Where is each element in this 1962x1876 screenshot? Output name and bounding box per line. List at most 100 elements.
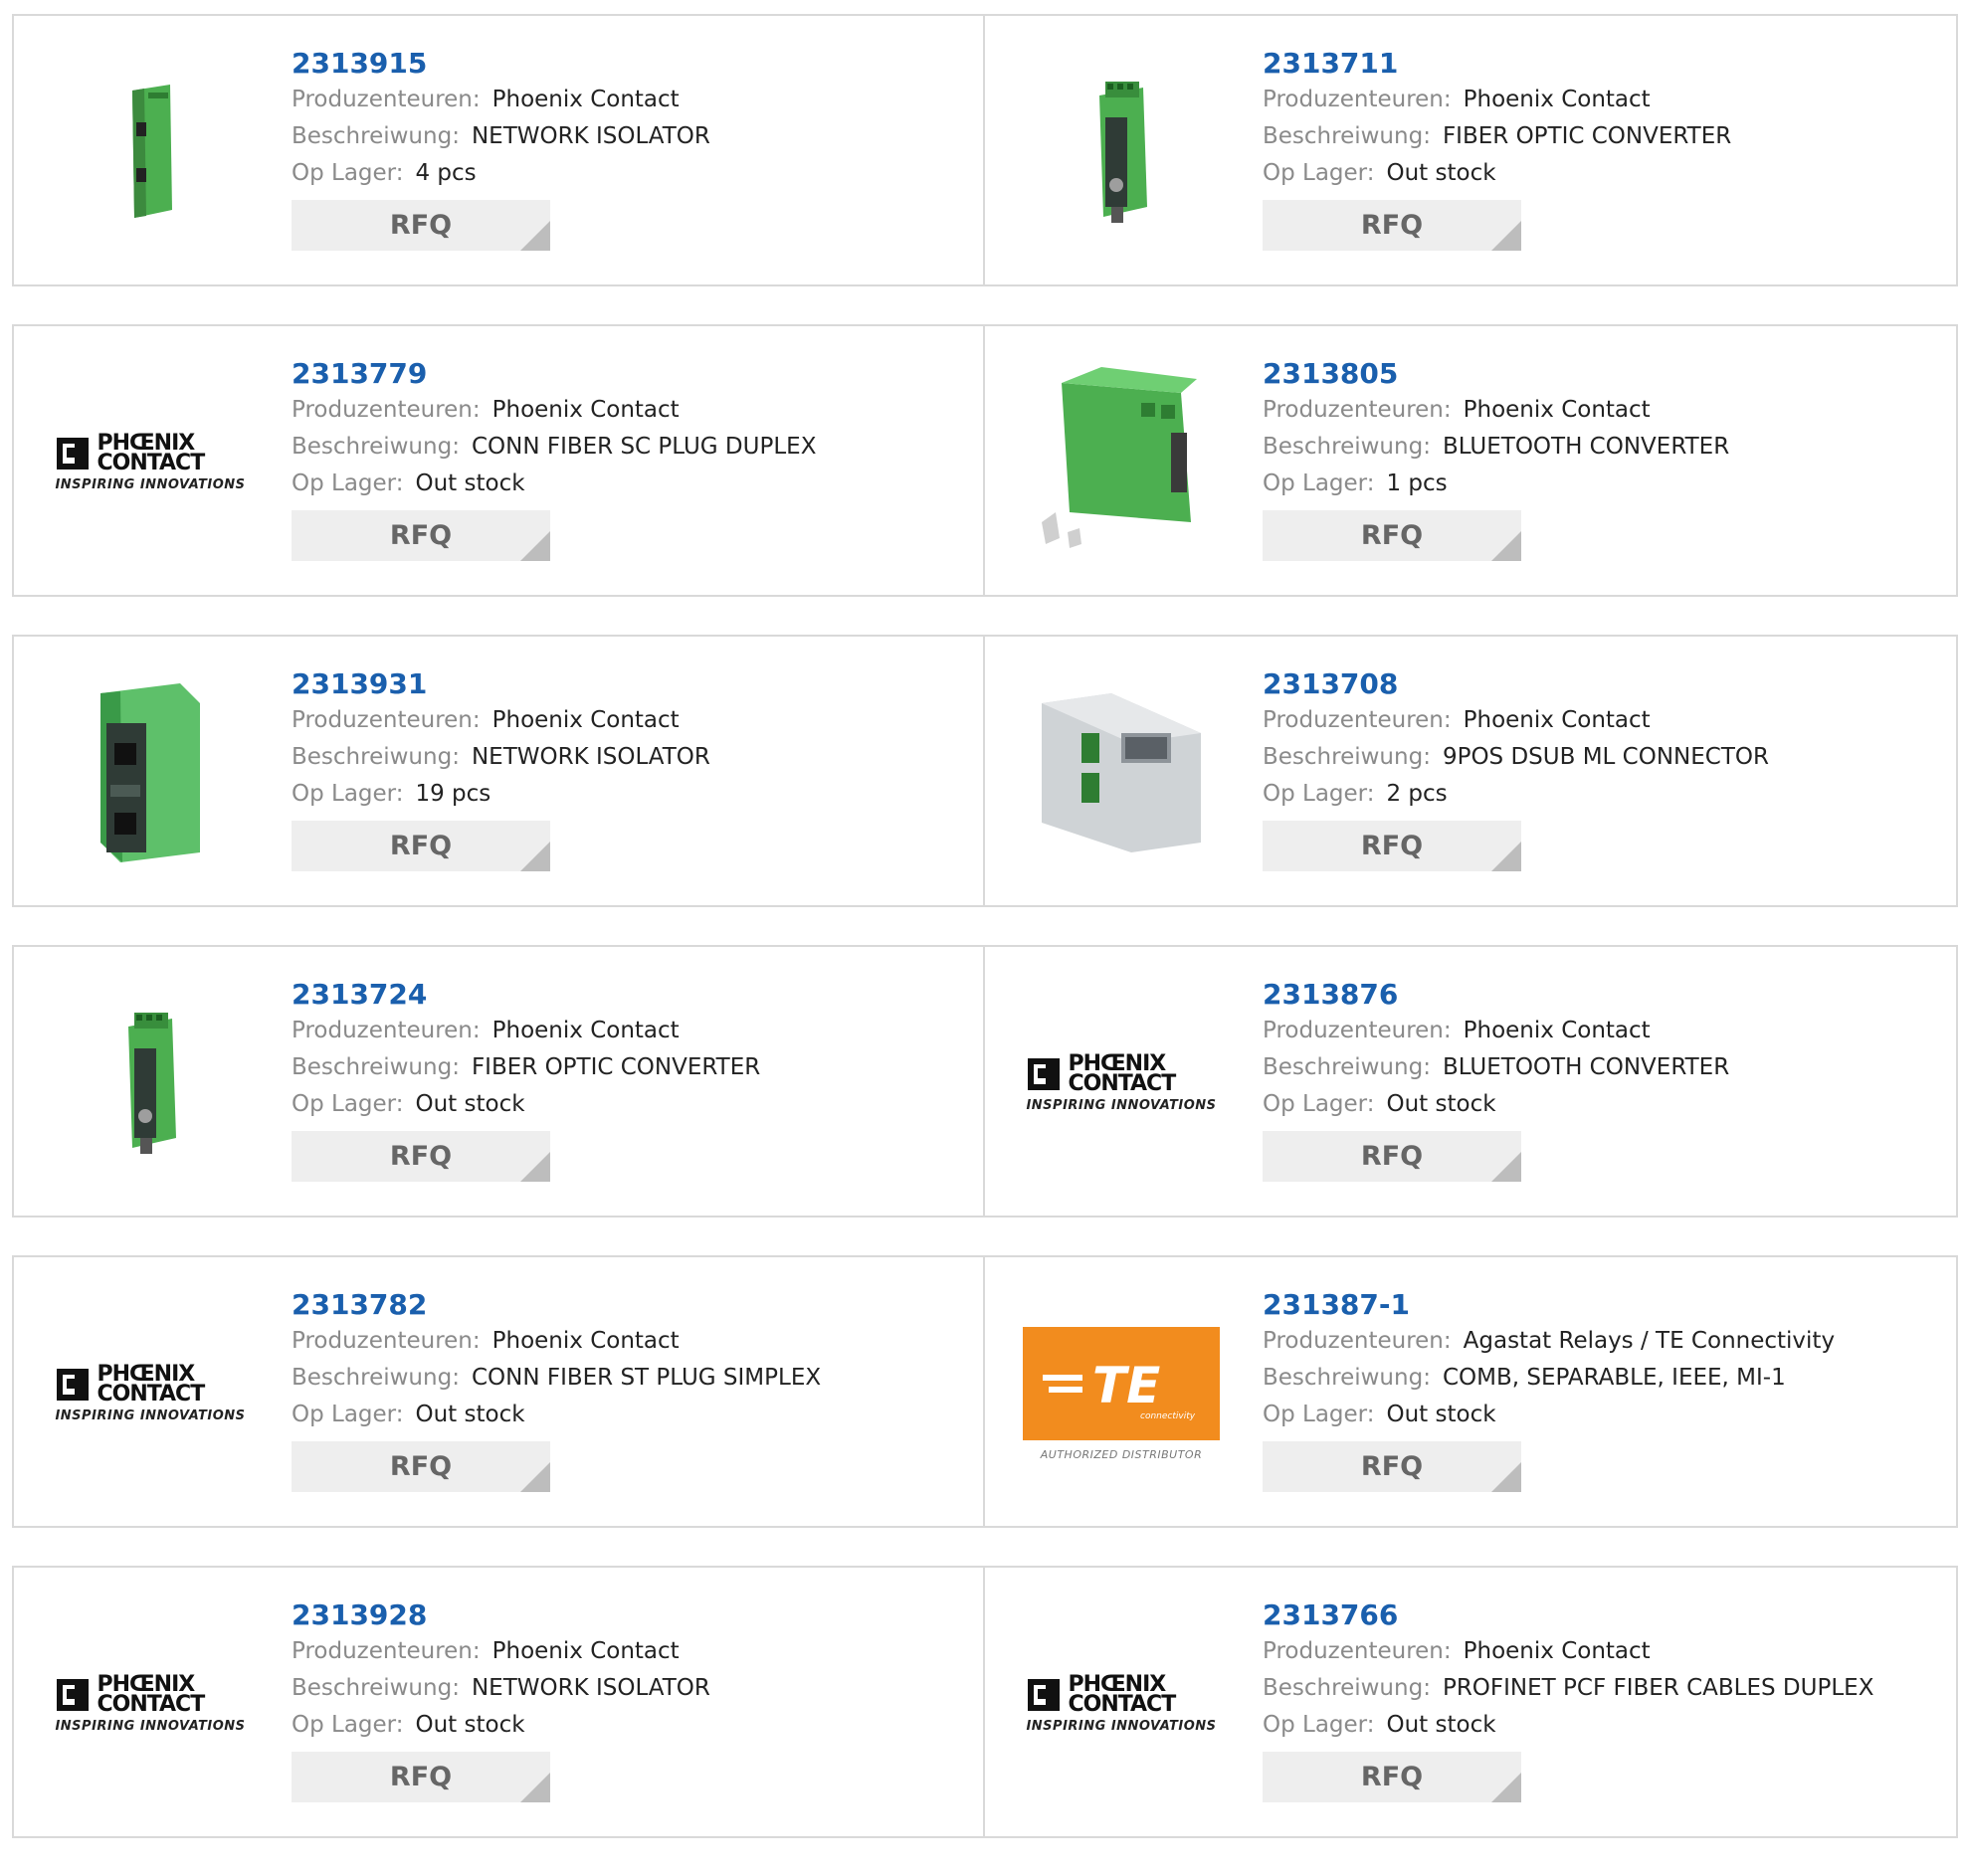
phoenix-mark-icon bbox=[55, 1677, 91, 1713]
manufacturer-label: Produzenteuren: bbox=[1263, 1638, 1452, 1664]
description-line: Beschreiwung: NETWORK ISOLATOR bbox=[292, 118, 973, 155]
corner-triangle-icon bbox=[1491, 531, 1521, 561]
rfq-button[interactable]: RFQ bbox=[1263, 1131, 1521, 1182]
product-image[interactable]: PHŒNIX CONTACT INSPIRING INNOVATIONS bbox=[50, 1293, 251, 1494]
rfq-label: RFQ bbox=[389, 210, 453, 241]
stock-line: Op Lager: Out stock bbox=[292, 1397, 973, 1433]
manufacturer-value: Phoenix Contact bbox=[1463, 397, 1651, 423]
rfq-button[interactable]: RFQ bbox=[1263, 821, 1521, 871]
rfq-label: RFQ bbox=[389, 1762, 453, 1792]
product-image[interactable] bbox=[50, 983, 251, 1184]
stock-value: Out stock bbox=[1386, 1091, 1496, 1117]
rfq-button[interactable]: RFQ bbox=[292, 200, 550, 251]
stock-value: Out stock bbox=[415, 1402, 525, 1427]
stock-label: Op Lager: bbox=[1263, 1091, 1375, 1117]
product-card: 2313931 Produzenteuren: Phoenix Contact Bes… bbox=[12, 635, 985, 907]
corner-triangle-icon bbox=[520, 1152, 550, 1182]
stock-value: 2 pcs bbox=[1386, 781, 1448, 807]
part-number-link[interactable]: 2313805 bbox=[1263, 356, 1946, 392]
part-number-link[interactable]: 2313766 bbox=[1263, 1597, 1946, 1633]
part-number-link[interactable]: 2313928 bbox=[292, 1597, 973, 1633]
description-label: Beschreiwung: bbox=[1263, 123, 1431, 149]
description-value: BLUETOOTH CONVERTER bbox=[1442, 1054, 1730, 1080]
manufacturer-label: Produzenteuren: bbox=[1263, 1018, 1452, 1043]
description-value: COMB, SEPARABLE, IEEE, MI-1 bbox=[1442, 1365, 1786, 1391]
rfq-button[interactable]: RFQ bbox=[292, 1752, 550, 1802]
part-number-link[interactable]: 2313711 bbox=[1263, 46, 1946, 82]
product-card: 2313711 Produzenteuren: Phoenix Contact Bes… bbox=[985, 14, 1958, 286]
phoenix-mark-icon bbox=[55, 1367, 91, 1403]
manufacturer-label: Produzenteuren: bbox=[292, 397, 481, 423]
product-image[interactable]: PHŒNIX CONTACT INSPIRING INNOVATIONS bbox=[1021, 983, 1222, 1184]
product-info: 2313724 Produzenteuren: Phoenix Contact Bes… bbox=[292, 977, 973, 1182]
svg-text:connectivity: connectivity bbox=[1140, 1411, 1196, 1421]
te-connectivity-logo: TE connectivity AUTHORIZED DISTRIBUTOR bbox=[1023, 1326, 1220, 1461]
part-number-link[interactable]: 2313724 bbox=[292, 977, 973, 1013]
product-image[interactable]: PHŒNIX CONTACT INSPIRING INNOVATIONS bbox=[1021, 1603, 1222, 1804]
description-label: Beschreiwung: bbox=[1263, 1365, 1431, 1391]
product-card: 2313708 Produzenteuren: Phoenix Contact Bes… bbox=[985, 635, 1958, 907]
description-line: Beschreiwung: CONN FIBER ST PLUG SIMPLEX bbox=[292, 1360, 973, 1397]
description-line: Beschreiwung: BLUETOOTH CONVERTER bbox=[1263, 1049, 1946, 1086]
phoenix-contact-logo: PHŒNIX CONTACT INSPIRING INNOVATIONS bbox=[1026, 1671, 1217, 1734]
product-image[interactable] bbox=[50, 672, 251, 873]
product-card: PHŒNIX CONTACT INSPIRING INNOVATIONS 231387… bbox=[985, 945, 1958, 1218]
product-image[interactable]: PHŒNIX CONTACT INSPIRING INNOVATIONS bbox=[50, 362, 251, 563]
product-info: 2313708 Produzenteuren: Phoenix Contact Bes… bbox=[1263, 666, 1946, 871]
description-line: Beschreiwung: CONN FIBER SC PLUG DUPLEX bbox=[292, 429, 973, 466]
description-line: Beschreiwung: 9POS DSUB ML CONNECTOR bbox=[1263, 739, 1946, 776]
part-number-link[interactable]: 2313876 bbox=[1263, 977, 1946, 1013]
stock-line: Op Lager: Out stock bbox=[1263, 1707, 1946, 1744]
description-value: FIBER OPTIC CONVERTER bbox=[471, 1054, 761, 1080]
phoenix-contact-logo: PHŒNIX CONTACT INSPIRING INNOVATIONS bbox=[1026, 1050, 1217, 1113]
description-label: Beschreiwung: bbox=[292, 123, 460, 149]
rfq-button[interactable]: RFQ bbox=[292, 821, 550, 871]
description-label: Beschreiwung: bbox=[1263, 1675, 1431, 1701]
rfq-button[interactable]: RFQ bbox=[292, 1441, 550, 1492]
rfq-label: RFQ bbox=[389, 1451, 453, 1482]
product-image[interactable]: TE connectivity AUTHORIZED DISTRIBUTOR bbox=[1021, 1293, 1222, 1494]
description-value: CONN FIBER ST PLUG SIMPLEX bbox=[471, 1365, 822, 1391]
stock-line: Op Lager: 19 pcs bbox=[292, 776, 973, 813]
manufacturer-value: Phoenix Contact bbox=[491, 87, 680, 112]
description-value: PROFINET PCF FIBER CABLES DUPLEX bbox=[1442, 1675, 1874, 1701]
manufacturer-value: Phoenix Contact bbox=[1463, 707, 1651, 733]
rfq-label: RFQ bbox=[389, 520, 453, 551]
stock-label: Op Lager: bbox=[1263, 160, 1375, 186]
product-info: 2313931 Produzenteuren: Phoenix Contact Bes… bbox=[292, 666, 973, 871]
corner-triangle-icon bbox=[1491, 221, 1521, 251]
part-number-link[interactable]: 2313782 bbox=[292, 1287, 973, 1323]
product-info: 2313711 Produzenteuren: Phoenix Contact Bes… bbox=[1263, 46, 1946, 251]
product-image[interactable] bbox=[1021, 52, 1222, 253]
part-number-link[interactable]: 231387-1 bbox=[1263, 1287, 1946, 1323]
corner-triangle-icon bbox=[1491, 1773, 1521, 1802]
product-card: 2313915 Produzenteuren: Phoenix Contact Bes… bbox=[12, 14, 985, 286]
product-image[interactable] bbox=[1021, 672, 1222, 873]
part-number-link[interactable]: 2313931 bbox=[292, 666, 973, 702]
rfq-button[interactable]: RFQ bbox=[1263, 1441, 1521, 1492]
phoenix-mark-icon bbox=[1026, 1677, 1062, 1713]
product-image[interactable]: PHŒNIX CONTACT INSPIRING INNOVATIONS bbox=[50, 1603, 251, 1804]
part-number-link[interactable]: 2313779 bbox=[292, 356, 973, 392]
manufacturer-value: Phoenix Contact bbox=[1463, 1018, 1651, 1043]
rfq-button[interactable]: RFQ bbox=[292, 510, 550, 561]
product-image[interactable] bbox=[50, 52, 251, 253]
manufacturer-line: Produzenteuren: Phoenix Contact bbox=[1263, 702, 1946, 739]
part-number-link[interactable]: 2313915 bbox=[292, 46, 973, 82]
stock-value: Out stock bbox=[1386, 1712, 1496, 1738]
rfq-button[interactable]: RFQ bbox=[1263, 510, 1521, 561]
product-card: PHŒNIX CONTACT INSPIRING INNOVATIONS 231376… bbox=[985, 1566, 1958, 1838]
description-line: Beschreiwung: FIBER OPTIC CONVERTER bbox=[292, 1049, 973, 1086]
rfq-button[interactable]: RFQ bbox=[1263, 1752, 1521, 1802]
manufacturer-value: Phoenix Contact bbox=[491, 707, 680, 733]
product-image[interactable] bbox=[1021, 362, 1222, 563]
stock-line: Op Lager: 4 pcs bbox=[292, 155, 973, 192]
corner-triangle-icon bbox=[520, 1462, 550, 1492]
rfq-button[interactable]: RFQ bbox=[1263, 200, 1521, 251]
product-card: TE connectivity AUTHORIZED DISTRIBUTOR 2313… bbox=[985, 1255, 1958, 1528]
stock-line: Op Lager: Out stock bbox=[292, 466, 973, 502]
rfq-button[interactable]: RFQ bbox=[292, 1131, 550, 1182]
rfq-label: RFQ bbox=[389, 1141, 453, 1172]
part-number-link[interactable]: 2313708 bbox=[1263, 666, 1946, 702]
stock-value: Out stock bbox=[1386, 160, 1496, 186]
